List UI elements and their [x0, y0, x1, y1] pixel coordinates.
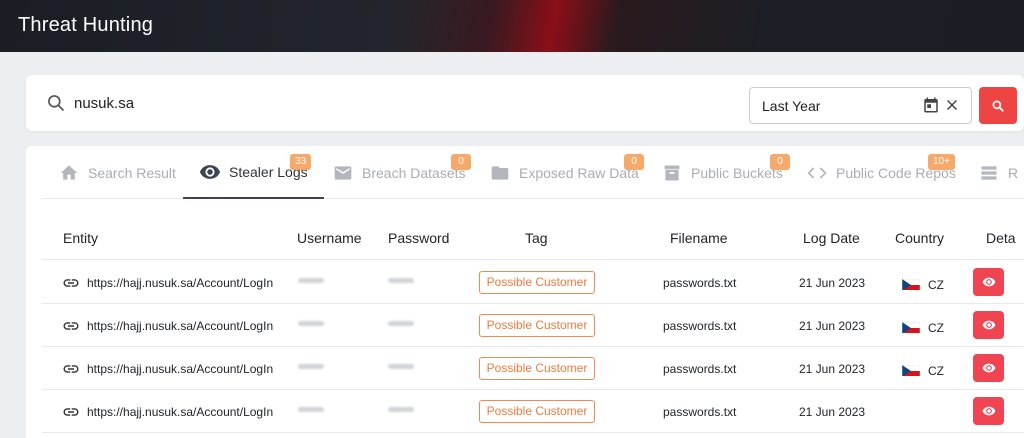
entity-url[interactable]: https://hajj.nusuk.sa/Account/LogIn	[87, 319, 273, 333]
redacted-password	[388, 278, 414, 283]
search-bar: Last Year	[26, 75, 1024, 131]
column-header-password: Password	[388, 230, 450, 246]
redacted-username	[298, 364, 324, 369]
filename: passwords.txt	[663, 276, 737, 290]
eye-icon	[982, 363, 995, 373]
column-header-details: Deta	[986, 230, 1016, 246]
top-bar: Threat Hunting	[0, 0, 1024, 52]
date-range-field[interactable]: Last Year	[749, 87, 972, 124]
entity-url[interactable]: https://hajj.nusuk.sa/Account/LogIn	[87, 405, 273, 419]
tab-search-result[interactable]: Search Result	[58, 146, 176, 199]
redacted-password	[388, 407, 414, 412]
redacted-username	[298, 321, 324, 326]
column-header-country: Country	[895, 230, 945, 246]
search-icon	[992, 99, 1004, 112]
tab-count-badge: 10+	[928, 154, 955, 170]
tab-breach-datasets[interactable]: Breach Datasets	[332, 146, 466, 199]
close-icon[interactable]	[943, 96, 961, 114]
view-details-button[interactable]	[973, 354, 1004, 382]
tab-label: Search Result	[88, 164, 176, 181]
redacted-password	[388, 364, 414, 369]
link-icon	[63, 408, 79, 416]
log-date: 21 Jun 2023	[799, 276, 866, 290]
tab-label: Exposed Raw Data	[519, 164, 639, 181]
page-title: Threat Hunting	[18, 14, 154, 36]
eye-icon	[199, 161, 221, 183]
column-header-entity: Entity	[63, 230, 99, 246]
search-button[interactable]	[979, 87, 1017, 124]
eye-icon	[982, 277, 995, 287]
tag-badge: Possible Customer	[479, 314, 595, 337]
redacted-username	[298, 407, 324, 412]
eye-icon	[982, 320, 995, 330]
country-code: CZ	[928, 364, 944, 378]
view-details-button[interactable]	[973, 268, 1004, 296]
tag-badge: Possible Customer	[479, 357, 595, 380]
link-icon	[63, 322, 79, 330]
column-header-filename: Filename	[670, 230, 728, 246]
home-icon	[58, 162, 80, 184]
calendar-icon[interactable]	[922, 96, 940, 114]
tab-label: R	[1008, 164, 1019, 181]
table-row: https://hajj.nusuk.sa/Account/LogIn Poss…	[42, 390, 1024, 433]
results-tabs: Search Result Stealer Logs 33 Breach Dat…	[42, 146, 1024, 199]
redacted-username	[298, 278, 324, 283]
mail-icon	[332, 162, 354, 184]
country-code: CZ	[928, 278, 944, 292]
filename: passwords.txt	[663, 362, 737, 376]
search-icon	[48, 95, 65, 112]
tab-public-buckets[interactable]: Public Buckets	[661, 146, 783, 199]
log-date: 21 Jun 2023	[799, 405, 866, 419]
table-header: Entity Username Password Tag Filename Lo…	[42, 214, 1024, 260]
eye-icon	[982, 406, 995, 416]
flag-cz-icon	[902, 321, 920, 333]
view-details-button[interactable]	[973, 311, 1004, 339]
log-date: 21 Jun 2023	[799, 362, 866, 376]
tab-exposed-raw-data[interactable]: Exposed Raw Data	[489, 146, 639, 199]
results-panel: Search Result Stealer Logs 33 Breach Dat…	[26, 146, 1024, 438]
tab-count-badge: 33	[290, 154, 312, 170]
tab-count-badge: 0	[451, 154, 471, 170]
filename: passwords.txt	[663, 405, 737, 419]
table-row: https://hajj.nusuk.sa/Account/LogIn Poss…	[42, 347, 1024, 390]
code-icon	[806, 162, 828, 184]
column-header-tag: Tag	[525, 230, 548, 246]
entity-url[interactable]: https://hajj.nusuk.sa/Account/LogIn	[87, 276, 273, 290]
table-row: https://hajj.nusuk.sa/Account/LogIn Poss…	[42, 261, 1024, 304]
column-header-username: Username	[297, 230, 362, 246]
table-row: https://hajj.nusuk.sa/Account/LogIn Poss…	[42, 304, 1024, 347]
country-code: CZ	[928, 321, 944, 335]
entity-url[interactable]: https://hajj.nusuk.sa/Account/LogIn	[87, 362, 273, 376]
tab-count-badge: 0	[624, 154, 644, 170]
search-input[interactable]	[74, 89, 674, 117]
link-icon	[63, 365, 79, 373]
date-range-value: Last Year	[762, 98, 821, 114]
folder-icon	[489, 162, 511, 184]
tab-more[interactable]: R	[978, 146, 1018, 199]
tag-badge: Possible Customer	[479, 400, 595, 423]
redacted-password	[388, 321, 414, 326]
tab-count-badge: 0	[770, 154, 790, 170]
list-icon	[978, 162, 1000, 184]
column-header-log-date: Log Date	[803, 230, 860, 246]
filename: passwords.txt	[663, 319, 737, 333]
flag-cz-icon	[902, 278, 920, 290]
view-details-button[interactable]	[973, 397, 1004, 425]
link-icon	[63, 279, 79, 287]
tag-badge: Possible Customer	[479, 271, 595, 294]
flag-cz-icon	[902, 364, 920, 376]
tab-label: Breach Datasets	[362, 164, 466, 181]
archive-icon	[661, 162, 683, 184]
log-date: 21 Jun 2023	[799, 319, 866, 333]
